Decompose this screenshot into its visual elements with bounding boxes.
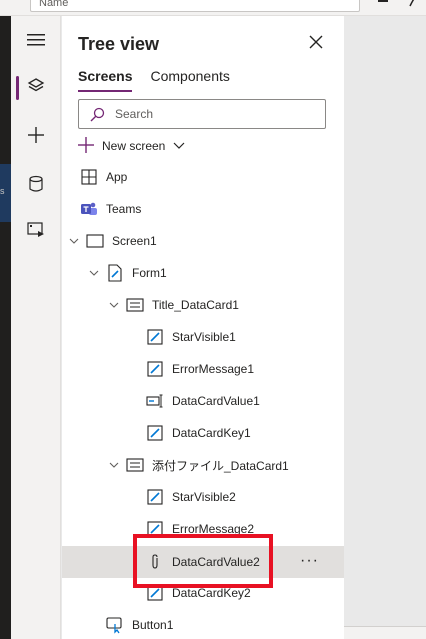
formula-bar: Name <box>0 0 426 16</box>
tree-node-datacardkey2[interactable]: DataCardKey2 <box>62 577 344 609</box>
label-icon <box>146 520 164 538</box>
tab-screens[interactable]: Screens <box>78 68 133 92</box>
plus-icon <box>27 126 45 149</box>
fx-icon[interactable] <box>406 0 420 8</box>
panel-title: Tree view <box>78 34 160 54</box>
search-input[interactable] <box>115 104 315 124</box>
dropdown-icon[interactable] <box>376 0 390 8</box>
tree-node-label: Title_DataCard1 <box>152 298 239 312</box>
tree-node-label: StarVisible1 <box>172 330 236 344</box>
layers-icon <box>27 77 45 100</box>
more-options-button[interactable]: ··· <box>300 552 319 570</box>
chevron-down-icon[interactable] <box>88 267 100 279</box>
tree-node-label: Form1 <box>132 266 167 280</box>
new-screen-label: New screen <box>102 139 166 153</box>
chevron-down-icon[interactable] <box>108 459 120 471</box>
tree-node-datacardkey1[interactable]: DataCardKey1 <box>62 417 344 449</box>
tree-node-label: Button1 <box>132 618 174 632</box>
tree-node-app[interactable]: App <box>62 161 344 193</box>
label-icon <box>146 360 164 378</box>
tree-node-label: 添付ファイル_DataCard1 <box>152 458 289 473</box>
teams-icon <box>80 200 98 218</box>
tree-node-label: Screen1 <box>112 234 157 248</box>
tree-node-form1[interactable]: Form1 <box>62 257 344 289</box>
studio-left-edge: s <box>0 16 11 639</box>
tree-node-label: App <box>106 170 128 184</box>
tree-node-label: DataCardKey2 <box>172 586 251 600</box>
chevron-down-icon[interactable] <box>68 235 80 247</box>
hamburger-icon <box>27 33 45 52</box>
plus-icon <box>78 136 94 156</box>
insert-button[interactable] <box>11 117 61 157</box>
app-icon <box>80 168 98 186</box>
tree-node-datacardvalue1[interactable]: DataCardValue1 <box>62 385 344 417</box>
tree-node-label: DataCardValue1 <box>172 394 260 408</box>
tree-node-button1[interactable]: Button1 <box>62 609 344 639</box>
new-screen-button[interactable]: New screen <box>78 136 185 156</box>
tree-node-label: StarVisible2 <box>172 490 236 504</box>
screen-icon <box>86 232 104 250</box>
datacard-icon <box>126 456 144 474</box>
search-icon <box>89 107 105 123</box>
tab-bar: Screens Components <box>78 68 230 92</box>
button-icon <box>106 616 124 634</box>
edge-fragment: s <box>0 164 11 222</box>
form-icon <box>106 264 124 282</box>
database-icon <box>28 175 44 198</box>
data-button[interactable] <box>11 166 61 206</box>
tree-node-attachment-datacard1[interactable]: 添付ファイル_DataCard1 <box>62 449 344 481</box>
tree-view-button[interactable] <box>11 68 61 108</box>
close-icon <box>304 35 328 58</box>
tree-node-teams[interactable]: Teams <box>62 193 344 225</box>
tree-node-label: ErrorMessage1 <box>172 362 255 376</box>
media-button[interactable] <box>11 212 61 252</box>
hamburger-button[interactable] <box>11 22 61 62</box>
tree-node-label: Teams <box>106 202 142 216</box>
tab-components[interactable]: Components <box>150 68 229 92</box>
tree-node-datacardvalue2[interactable]: DataCardValue2 ··· <box>62 546 344 578</box>
chevron-down-icon <box>173 139 185 153</box>
textinput-icon <box>146 392 164 410</box>
label-icon <box>146 424 164 442</box>
tree-node-starvisible2[interactable]: StarVisible2 <box>62 481 344 513</box>
chevron-down-icon[interactable] <box>108 299 120 311</box>
search-box <box>78 99 326 129</box>
tree-node-errormessage1[interactable]: ErrorMessage1 <box>62 353 344 385</box>
label-icon <box>146 328 164 346</box>
tree-node-starvisible1[interactable]: StarVisible1 <box>62 321 344 353</box>
close-button[interactable] <box>304 30 328 54</box>
canvas-footer <box>344 626 426 639</box>
tree-node-label: ErrorMessage2 <box>172 522 255 536</box>
attachment-icon <box>146 553 164 571</box>
datacard-icon <box>126 296 144 314</box>
tree-node-screen1[interactable]: Screen1 <box>62 225 344 257</box>
icon-rail <box>11 16 61 639</box>
label-icon <box>146 584 164 602</box>
label-icon <box>146 488 164 506</box>
media-icon <box>27 221 45 244</box>
tree-node-label: DataCardValue2 <box>172 555 260 569</box>
tree-node-label: DataCardKey1 <box>172 426 251 440</box>
tree-node-errormessage2[interactable]: ErrorMessage2 <box>62 513 344 545</box>
design-canvas[interactable] <box>344 16 426 639</box>
tree-view-panel: Tree view Screens Components New screen … <box>62 16 344 639</box>
property-name-box[interactable]: Name <box>30 0 360 12</box>
tree-node-title-datacard1[interactable]: Title_DataCard1 <box>62 289 344 321</box>
